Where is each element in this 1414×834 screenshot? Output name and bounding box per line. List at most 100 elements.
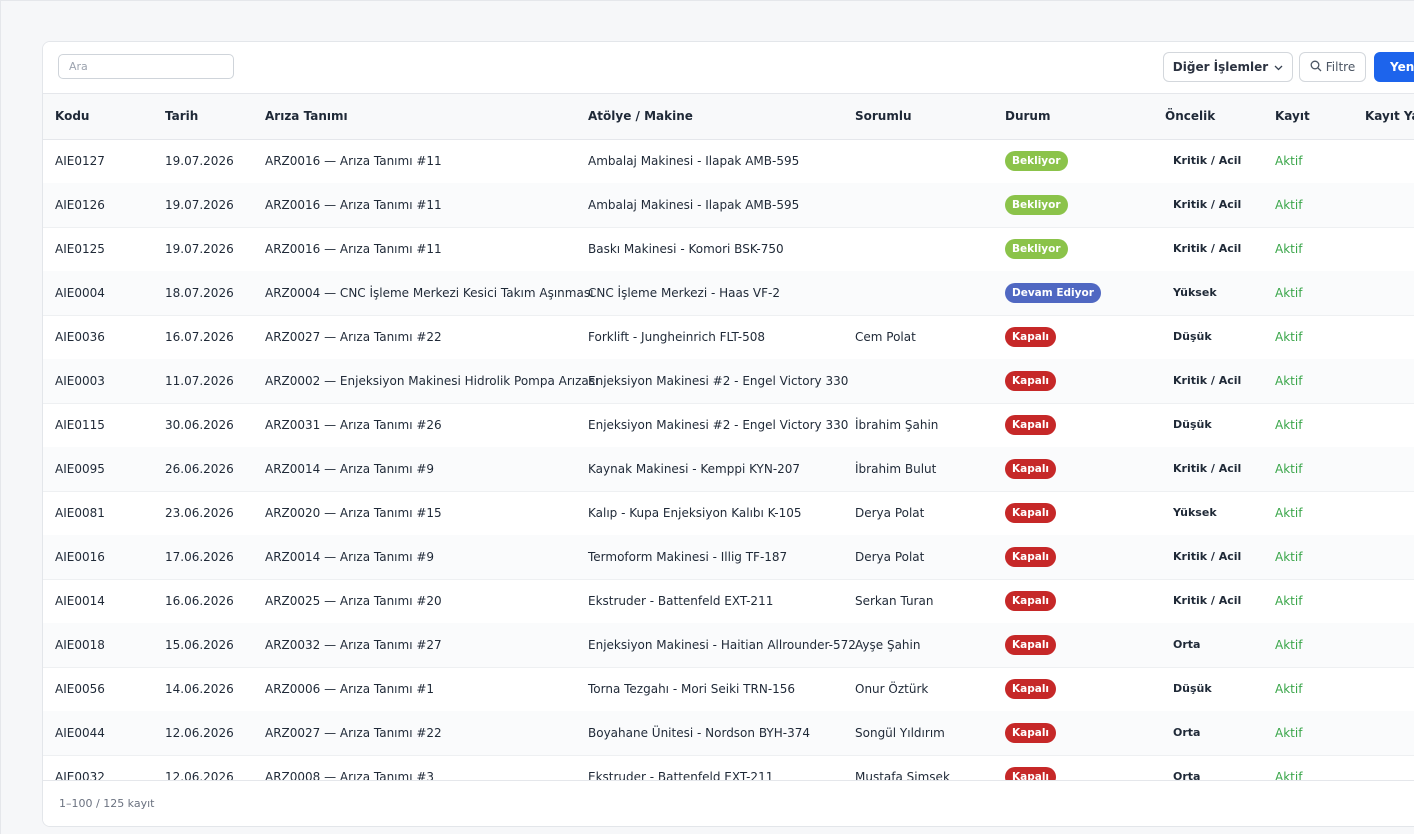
table-row[interactable]: AIE0036 16.07.2026 ARZ0027 — Arıza Tanımı …: [43, 315, 1414, 360]
table-row[interactable]: AIE0018 15.06.2026 ARZ0032 — Arıza Tanımı …: [43, 623, 1414, 668]
status-badge: Bekliyor: [1005, 239, 1068, 259]
filter-button[interactable]: Filtre: [1299, 52, 1366, 82]
status-badge: Kapalı: [1005, 767, 1057, 780]
cell-date: 14.06.2026: [165, 682, 234, 696]
cell-code: AIE0126: [55, 198, 105, 212]
cell-owner: Derya Polat: [855, 550, 925, 564]
cell-fault: ARZ0006 — Arıza Tanımı #1: [265, 682, 435, 696]
column-header-machine[interactable]: Atölye / Makine: [588, 94, 693, 139]
cell-date: 19.07.2026: [165, 198, 234, 212]
cell-machine: CNC İşleme Merkezi - Haas VF-2: [588, 286, 780, 300]
cell-record-status: Aktif: [1275, 242, 1303, 256]
status-badge: Kapalı: [1005, 503, 1057, 523]
table-row[interactable]: AIE0125 19.07.2026 ARZ0016 — Arıza Tanımı …: [43, 227, 1414, 272]
cell-code: AIE0014: [55, 594, 105, 608]
table-row[interactable]: AIE0081 23.06.2026 ARZ0020 — Arıza Tanımı …: [43, 491, 1414, 536]
cell-record-status: Aktif: [1275, 418, 1303, 432]
cell-code: AIE0004: [55, 286, 105, 300]
cell-record-status: Aktif: [1275, 286, 1303, 300]
table-row[interactable]: AIE0095 26.06.2026 ARZ0014 — Arıza Tanımı …: [43, 447, 1414, 492]
cell-owner: Mustafa Şimşek: [855, 770, 950, 780]
table-row[interactable]: AIE0016 17.06.2026 ARZ0014 — Arıza Tanımı …: [43, 535, 1414, 580]
cell-owner: İbrahim Bulut: [855, 462, 937, 476]
table-body: AIE0127 19.07.2026 ARZ0016 — Arıza Tanımı …: [43, 139, 1414, 780]
column-header-fault[interactable]: Arıza Tanımı: [265, 94, 348, 139]
cell-record-status: Aktif: [1275, 198, 1303, 212]
cell-fault: ARZ0025 — Arıza Tanımı #20: [265, 594, 442, 608]
column-header-owner[interactable]: Sorumlu: [855, 94, 912, 139]
cell-code: AIE0081: [55, 506, 105, 520]
cell-code: AIE0095: [55, 462, 105, 476]
cell-code: AIE0125: [55, 242, 105, 256]
cell-date: 17.06.2026: [165, 550, 234, 564]
cell-priority: Düşük: [1173, 330, 1212, 343]
table-row[interactable]: AIE0003 11.07.2026 ARZ0002 — Enjeksiyon Ma…: [43, 359, 1414, 404]
more-actions-button[interactable]: Diğer İşlemler: [1163, 52, 1293, 82]
status-badge: Kapalı: [1005, 459, 1057, 479]
cell-record-status: Aktif: [1275, 550, 1303, 564]
cell-fault: ARZ0016 — Arıza Tanımı #11: [265, 154, 442, 168]
table-row[interactable]: AIE0004 18.07.2026 ARZ0004 — CNC İşleme Me…: [43, 271, 1414, 316]
cell-record-status: Aktif: [1275, 374, 1303, 388]
new-record-button[interactable]: Yeni A: [1374, 52, 1414, 82]
cell-owner: Onur Öztürk: [855, 682, 929, 696]
table-row[interactable]: AIE0056 14.06.2026 ARZ0006 — Arıza Tanımı …: [43, 667, 1414, 712]
table-row[interactable]: AIE0127 19.07.2026 ARZ0016 — Arıza Tanımı …: [43, 139, 1414, 184]
cell-code: AIE0003: [55, 374, 105, 388]
cell-machine: Enjeksiyon Makinesi #2 - Engel Victory 3…: [588, 418, 849, 432]
cell-date: 18.07.2026: [165, 286, 234, 300]
column-header-code[interactable]: Kodu: [55, 94, 89, 139]
cell-fault: ARZ0027 — Arıza Tanımı #22: [265, 726, 442, 740]
cell-priority: Kritik / Acil: [1173, 462, 1242, 475]
cell-date: 19.07.2026: [165, 154, 234, 168]
column-header-recorded-by[interactable]: Kayıt Yap: [1365, 94, 1414, 139]
cell-machine: Termoform Makinesi - Illig TF-187: [588, 550, 788, 564]
cell-date: 12.06.2026: [165, 726, 234, 740]
fault-records-card: Diğer İşlemler Filtre Yeni A Kodu Tarih …: [42, 41, 1414, 827]
search-input[interactable]: [58, 54, 234, 79]
cell-date: 11.07.2026: [165, 374, 234, 388]
table-row[interactable]: AIE0044 12.06.2026 ARZ0027 — Arıza Tanımı …: [43, 711, 1414, 756]
cell-fault: ARZ0020 — Arıza Tanımı #15: [265, 506, 442, 520]
status-badge: Bekliyor: [1005, 195, 1068, 215]
cell-date: 16.06.2026: [165, 594, 234, 608]
cell-machine: Ambalaj Makinesi - Ilapak AMB-595: [588, 198, 800, 212]
status-badge: Kapalı: [1005, 635, 1057, 655]
column-header-date[interactable]: Tarih: [165, 94, 198, 139]
cell-priority: Orta: [1173, 726, 1201, 739]
cell-owner: Derya Polat: [855, 506, 925, 520]
cell-priority: Kritik / Acil: [1173, 374, 1242, 387]
cell-machine: Baskı Makinesi - Komori BSK-750: [588, 242, 784, 256]
table-row[interactable]: AIE0126 19.07.2026 ARZ0016 — Arıza Tanımı …: [43, 183, 1414, 228]
chevron-down-icon: [1274, 60, 1283, 74]
column-header-priority[interactable]: Öncelik: [1165, 94, 1215, 139]
status-badge: Kapalı: [1005, 371, 1057, 391]
cell-machine: Boyahane Ünitesi - Nordson BYH-374: [588, 726, 810, 740]
more-actions-label: Diğer İşlemler: [1172, 60, 1269, 74]
search-icon: [1310, 60, 1322, 75]
cell-priority: Yüksek: [1173, 506, 1217, 519]
table-row[interactable]: AIE0032 12.06.2026 ARZ0008 — Arıza Tanımı …: [43, 755, 1414, 780]
cell-record-status: Aktif: [1275, 462, 1303, 476]
status-badge: Devam Ediyor: [1005, 283, 1101, 303]
new-record-label: Yeni A: [1390, 60, 1414, 74]
cell-machine: Kaynak Makinesi - Kemppi KYN-207: [588, 462, 801, 476]
cell-date: 15.06.2026: [165, 638, 234, 652]
table-row[interactable]: AIE0115 30.06.2026 ARZ0031 — Arıza Tanımı …: [43, 403, 1414, 448]
cell-priority: Kritik / Acil: [1173, 154, 1242, 167]
table-header: Kodu Tarih Arıza Tanımı Atölye / Makine …: [43, 94, 1414, 140]
column-header-record[interactable]: Kayıt: [1275, 94, 1310, 139]
cell-code: AIE0036: [55, 330, 105, 344]
cell-priority: Kritik / Acil: [1173, 550, 1242, 563]
cell-date: 30.06.2026: [165, 418, 234, 432]
cell-priority: Kritik / Acil: [1173, 198, 1242, 211]
cell-owner: Ayşe Şahin: [855, 638, 921, 652]
cell-record-status: Aktif: [1275, 330, 1303, 344]
cell-date: 23.06.2026: [165, 506, 234, 520]
cell-owner: Songül Yıldırım: [855, 726, 945, 740]
table-row[interactable]: AIE0014 16.06.2026 ARZ0025 — Arıza Tanımı …: [43, 579, 1414, 624]
cell-code: AIE0032: [55, 770, 105, 780]
column-header-status[interactable]: Durum: [1005, 94, 1050, 139]
cell-priority: Kritik / Acil: [1173, 242, 1242, 255]
cell-record-status: Aktif: [1275, 770, 1303, 780]
